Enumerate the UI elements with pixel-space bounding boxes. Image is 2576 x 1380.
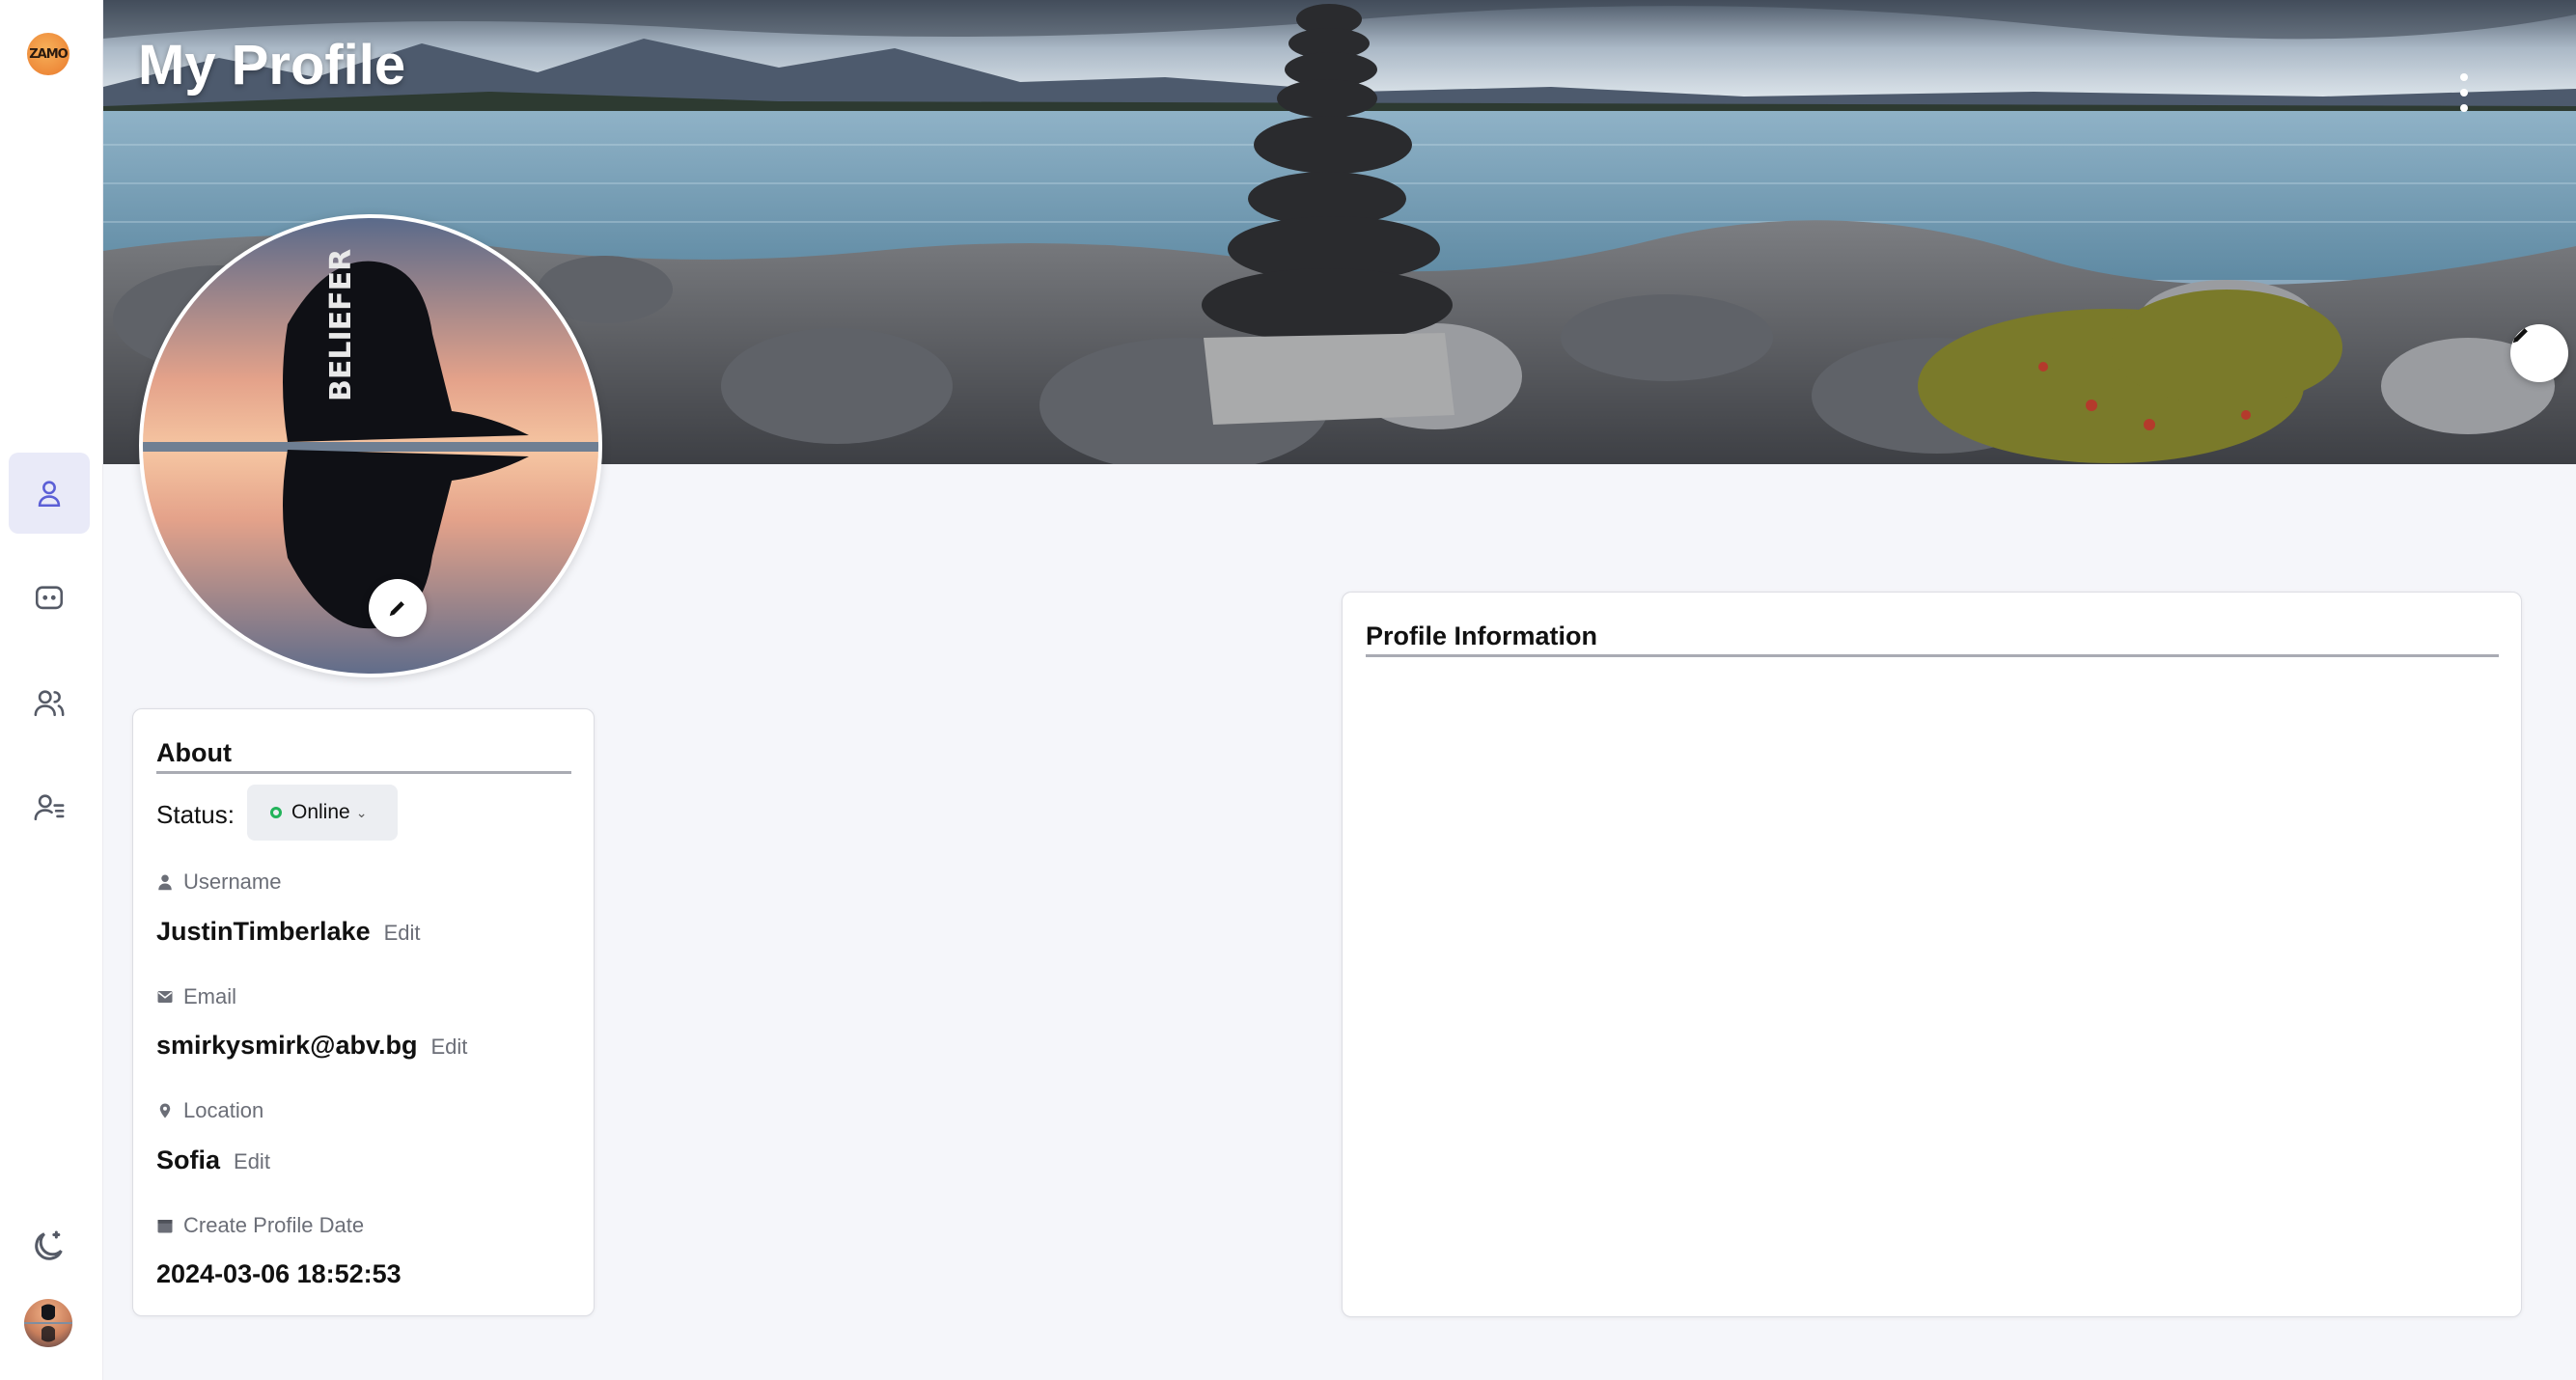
location-value: Sofia: [156, 1145, 221, 1174]
email-row: smirkysmirk@abv.bg Edit: [156, 1031, 467, 1061]
status-label: Status:: [156, 800, 235, 829]
profile-information-card: Profile Information: [1342, 592, 2522, 1317]
sidebar-item-friends[interactable]: [9, 662, 90, 743]
sidebar: ZAMO: [0, 0, 103, 1380]
logo-text: ZAMO: [29, 46, 68, 62]
edit-location-link[interactable]: Edit: [234, 1149, 270, 1174]
username-row: JustinTimberlake Edit: [156, 917, 421, 947]
app-logo[interactable]: ZAMO: [27, 33, 69, 75]
more-options-button[interactable]: [2456, 73, 2472, 112]
chat-icon: [35, 586, 64, 610]
moon-icon[interactable]: [29, 1228, 68, 1266]
status-select[interactable]: Online ⌄: [247, 785, 398, 841]
status-value: Online: [291, 801, 350, 823]
created-value: 2024-03-06 18:52:53: [156, 1259, 402, 1288]
location-row: Sofia Edit: [156, 1145, 270, 1175]
profile-information-title: Profile Information: [1366, 621, 1598, 650]
location-label: Location: [183, 1098, 264, 1122]
about-card: About Status: Online ⌄ Username JustinTi…: [132, 708, 595, 1316]
page-title: My Profile: [138, 34, 406, 97]
edit-username-link[interactable]: Edit: [384, 921, 421, 946]
users-icon: [34, 690, 65, 717]
email-label: Email: [183, 984, 237, 1008]
edit-cover-button[interactable]: [2510, 324, 2568, 382]
username-label-row: Username: [156, 869, 281, 895]
created-label-row: Create Profile Date: [156, 1213, 364, 1238]
divider: [156, 771, 571, 774]
sidebar-item-profile[interactable]: [9, 453, 90, 534]
user-list-icon: [34, 794, 65, 821]
created-label: Create Profile Date: [183, 1213, 365, 1237]
sidebar-item-chats[interactable]: [9, 558, 90, 639]
divider: [1366, 654, 2499, 657]
pencil-icon: [2512, 328, 2528, 344]
user-avatar[interactable]: [24, 1299, 72, 1347]
about-title: About: [156, 738, 232, 767]
user-icon: [38, 481, 61, 508]
svg-text:BELIEFER: BELIEFER: [324, 249, 358, 401]
created-row: 2024-03-06 18:52:53: [156, 1259, 402, 1289]
location-label-row: Location: [156, 1098, 263, 1123]
email-value: smirkysmirk@abv.bg: [156, 1031, 418, 1060]
edit-avatar-button[interactable]: [369, 579, 427, 637]
chevron-down-icon: ⌄: [355, 804, 368, 820]
email-label-row: Email: [156, 984, 236, 1009]
mail-icon: [157, 991, 173, 1003]
edit-email-link[interactable]: Edit: [430, 1035, 467, 1060]
username-value: JustinTimberlake: [156, 917, 371, 946]
username-label: Username: [183, 869, 282, 894]
sidebar-item-contacts[interactable]: [9, 766, 90, 847]
pencil-icon: [389, 601, 404, 617]
calendar-icon: [157, 1220, 173, 1233]
location-pin-icon: [159, 1103, 171, 1118]
user-icon: [158, 874, 172, 891]
online-dot-icon: [270, 807, 282, 818]
